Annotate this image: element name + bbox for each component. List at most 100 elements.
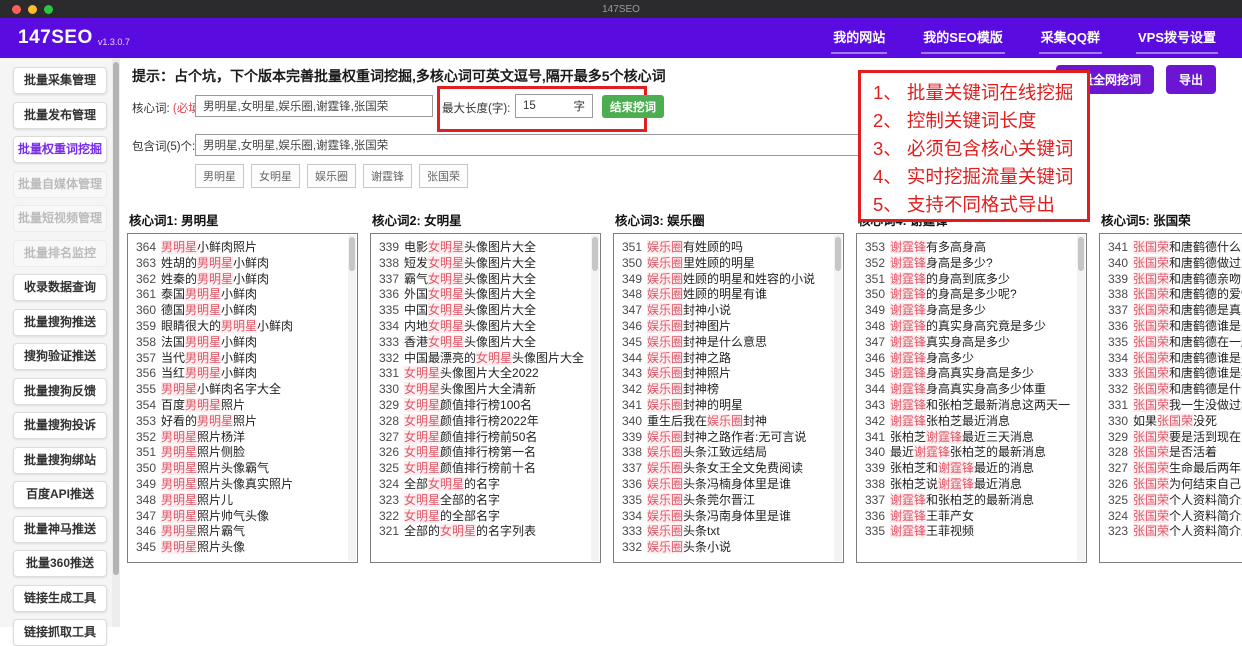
sidebar-item-11[interactable]: 批量搜狗绑站: [13, 446, 107, 474]
keyword-row: 321 全部的女明星的名字列表: [379, 524, 537, 539]
sidebar-item-9[interactable]: 批量搜狗反馈: [13, 377, 107, 405]
keyword-row: 333 香港女明星头像图片大全: [379, 334, 537, 349]
sidebar-item-10[interactable]: 批量搜狗投诉: [13, 412, 107, 439]
include-tag-4[interactable]: 张国荣: [419, 164, 468, 188]
keyword-row: 328 女明星颜值排行榜2022年: [379, 413, 539, 428]
keyword-row: 324张国荣个人资料简介及身高: [1108, 508, 1242, 523]
keyword-row: 364 男明星小鲜肉照片: [136, 240, 258, 254]
keyword-row: 350 男明星照片头像霸气: [136, 461, 270, 476]
keyword-row: 329 张国荣要是活到现在: [1108, 429, 1242, 444]
keyword-row: 322 女明星的全部名字: [379, 508, 501, 523]
listbox-scrollbar[interactable]: [348, 235, 356, 561]
include-tag-0[interactable]: 男明星: [195, 164, 244, 188]
keyword-row: 332张国荣和唐鹤德是什么关系: [1108, 382, 1242, 397]
keyword-row: 352 男明星照片杨洋: [136, 429, 246, 444]
keyword-row: 336 外国女明星头像图片大全: [379, 287, 537, 302]
keyword-row: 347 谢霆锋真实身高是多少: [865, 334, 1011, 349]
sidebar-item-15[interactable]: 链接生成工具: [13, 584, 107, 612]
keyword-listbox-2[interactable]: 339 电影女明星头像图片大全 338 短发女明星头像图片大全 337 霸气女明星头像图片…: [370, 233, 601, 563]
listbox-scrollbar[interactable]: [1077, 235, 1085, 561]
listbox-scrollbar-thumb[interactable]: [592, 237, 598, 271]
sidebar-item-0[interactable]: 批量采集管理: [13, 67, 107, 94]
nav-item-0[interactable]: 我的网站: [831, 23, 888, 54]
app-header: 147SEO v1.3.0.7 我的网站 我的SEO模版 采集QQ群 VPS拨号设置: [0, 18, 1242, 58]
column-title-3: 核心词3: 娱乐圈: [615, 214, 705, 228]
keyword-row: 327 女明星颜值排行榜前50名: [379, 429, 538, 444]
keyword-row: 359 眼睛很大的男明星小鲜肉: [136, 318, 294, 333]
nav-item-3[interactable]: VPS拨号设置: [1135, 23, 1218, 54]
keyword-row: 333张国荣和唐鹤德谁是攻: [1108, 366, 1242, 381]
sidebar-scrollbar-thumb[interactable]: [113, 62, 119, 575]
keyword-row: 351 男明星照片侧脸: [136, 445, 246, 460]
export-button[interactable]: 导出: [1165, 65, 1216, 94]
sidebar-item-2[interactable]: 批量权重词挖掘: [13, 136, 107, 163]
keyword-row: 328 张国荣是否活着: [1108, 445, 1218, 460]
include-tag-1[interactable]: 女明星: [251, 164, 300, 188]
keyword-listbox-5[interactable]: 341张国荣和唐鹤德什么时候公开的340张国荣和唐鹤德做过爱吗?339张国荣和唐…: [1099, 233, 1242, 563]
sidebar-item-16[interactable]: 链接抓取工具: [13, 619, 107, 646]
keyword-column-3: 核心词3: 娱乐圈 351 娱乐圈有姓顾的吗 350 娱乐圈里姓顾的明星 349 娱乐圈姓顾…: [613, 210, 844, 563]
keyword-row: 346 谢霆锋身高多少: [865, 350, 975, 365]
keyword-row: 356 当红男明星小鲜肉: [136, 366, 258, 381]
sidebar-item-7[interactable]: 批量搜狗推送: [13, 308, 107, 336]
main-content: 提示：占个坑，下个版本完善批量权重词挖掘,多核心词可英文逗号,隔开最多5个核心词…: [120, 58, 1242, 627]
keyword-row: 342 谢霆锋张柏芝最近消息: [865, 413, 1011, 428]
keyword-row: 344 谢霆锋身高真实身高多少体重: [865, 382, 1047, 397]
keyword-row: 336 谢霆锋王菲产女: [865, 508, 975, 523]
listbox-scrollbar[interactable]: [591, 235, 599, 561]
keyword-row: 331张国荣我一生没做过坏事: [1108, 397, 1242, 412]
keyword-row: 345 男明星照片头像: [136, 540, 246, 555]
annotation-line-5: 5、 支持不同格式导出: [873, 194, 1055, 215]
keyword-row: 334张国荣和唐鹤德谁是男的谁是女的: [1108, 350, 1242, 365]
sidebar-item-14[interactable]: 批量360推送: [13, 550, 107, 577]
keyword-row: 335 中国女明星头像图片大全: [379, 303, 537, 318]
maxlen-label: 最大长度(字):: [442, 103, 511, 115]
include-tag-2[interactable]: 娱乐圈: [307, 164, 356, 188]
listbox-scrollbar-thumb[interactable]: [835, 237, 841, 271]
maxlen-suffix: 字: [573, 101, 586, 113]
keyword-listbox-4[interactable]: 353 谢霆锋有多高身高 352 谢霆锋身高是多少? 351 谢霆锋的身高到底多少 350 谢…: [856, 233, 1087, 563]
keyword-row: 344 娱乐圈封神之路: [622, 350, 732, 365]
annotation-line-1: 1、 批量关键词在线挖掘: [873, 82, 1074, 103]
keyword-row: 357 当代男明星小鲜肉: [136, 350, 258, 365]
keyword-column-5: 核心词5: 张国荣 341张国荣和唐鹤德什么时候公开的340张国荣和唐鹤德做过爱吗…: [1099, 210, 1242, 563]
keyword-row: 346 娱乐圈封神图片: [622, 318, 732, 333]
keyword-row: 358 法国男明星小鲜肉: [136, 334, 258, 349]
listbox-scrollbar-thumb[interactable]: [1078, 237, 1084, 271]
finish-dig-button[interactable]: 结束挖词: [602, 95, 664, 118]
keyword-row: 339 电影女明星头像图片大全: [379, 240, 537, 254]
keyword-row: 332 娱乐圈头条小说: [622, 540, 732, 555]
include-words-input[interactable]: [195, 134, 860, 156]
keyword-row: 336 张国荣和唐鹤德谁是1: [1108, 318, 1242, 333]
keyword-row: 348 娱乐圈姓顾的明星有谁: [622, 287, 768, 302]
keyword-row: 335 谢霆锋王菲视频: [865, 524, 975, 539]
keyword-listbox-1[interactable]: 364 男明星小鲜肉照片 363 姓胡的男明星小鲜肉 362 姓秦的男明星小鲜肉 361 泰国…: [127, 233, 358, 563]
nav-item-2[interactable]: 采集QQ群: [1038, 23, 1102, 54]
sidebar-scrollbar[interactable]: [112, 58, 120, 627]
keyword-row: 324 全部女明星的名字: [379, 476, 501, 491]
sidebar-item-8[interactable]: 搜狗验证推送: [13, 343, 107, 370]
sidebar-item-6[interactable]: 收录数据查询: [13, 274, 107, 301]
nav-item-1[interactable]: 我的SEO模版: [921, 23, 1005, 54]
keyword-row: 329 女明星颜值排行榜100名: [379, 397, 533, 412]
keyword-listbox-3[interactable]: 351 娱乐圈有姓顾的吗 350 娱乐圈里姓顾的明星 349 娱乐圈姓顾的明星和姓容的小说…: [613, 233, 844, 563]
listbox-scrollbar-thumb[interactable]: [349, 237, 355, 271]
annotation-line-4: 4、 实时挖掘流量关键词: [873, 166, 1074, 187]
core-word-input[interactable]: [195, 95, 433, 117]
sidebar-item-1[interactable]: 批量发布管理: [13, 101, 107, 129]
sidebar-item-12[interactable]: 百度API推送: [13, 481, 107, 508]
keyword-row: 338 短发女明星头像图片大全: [379, 255, 537, 270]
keyword-row: 347 娱乐圈封神小说: [622, 303, 732, 318]
column-title-5: 核心词5: 张国荣: [1101, 214, 1191, 228]
keyword-row: 360 德国男明星小鲜肉: [136, 303, 258, 318]
keyword-row: 339 张柏芝和谢霆锋最近的消息: [865, 461, 1035, 476]
keyword-row: 337 霸气女明星头像图片大全: [379, 271, 537, 286]
sidebar-item-13[interactable]: 批量神马推送: [13, 515, 107, 543]
include-tag-3[interactable]: 谢霆锋: [363, 164, 412, 188]
include-word-tags: 男明星 女明星 娱乐圈 谢霆锋 张国荣: [195, 164, 468, 188]
keyword-row: 346 男明星照片霸气: [136, 524, 246, 539]
keyword-row: 355 男明星小鲜肉名字大全: [136, 382, 282, 397]
maxlen-input[interactable]: 15 字: [515, 94, 593, 118]
listbox-scrollbar[interactable]: [834, 235, 842, 561]
keyword-row: 334 内地女明星头像图片大全: [379, 318, 537, 333]
